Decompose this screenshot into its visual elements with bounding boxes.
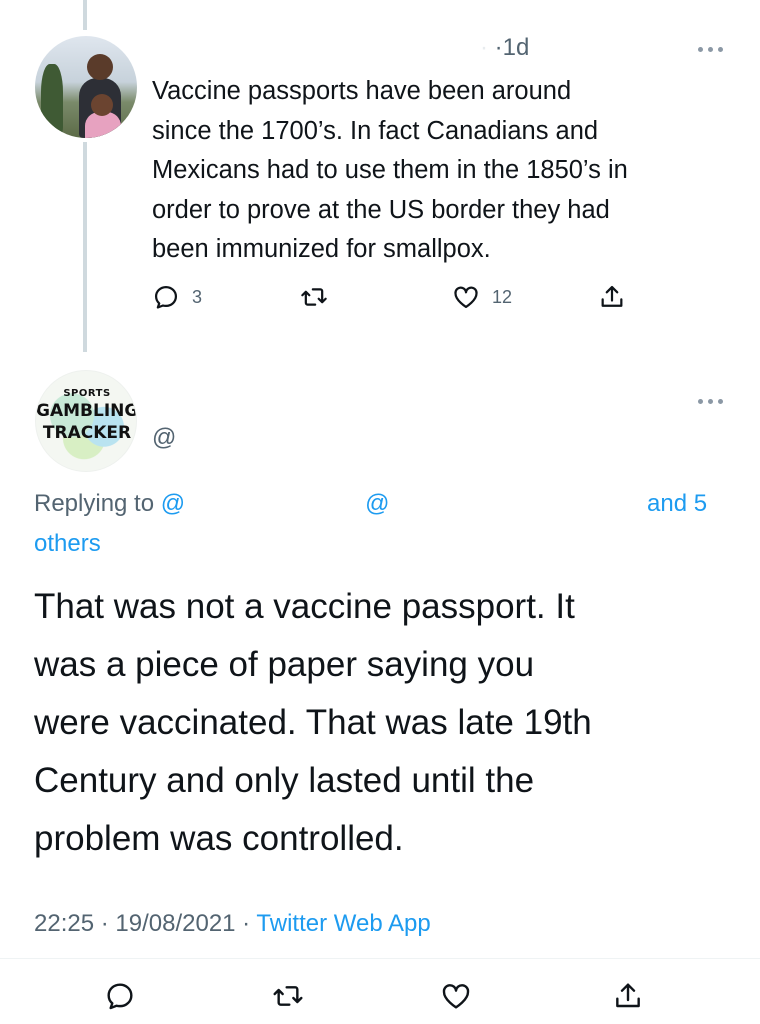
timestamp-separator: · [235, 910, 257, 937]
redacted-handle: · [480, 34, 488, 61]
mention-link[interactable]: @ [365, 490, 389, 517]
reply-button[interactable] [104, 978, 136, 1014]
avatar[interactable] [35, 36, 137, 138]
redacted-mention [185, 490, 365, 517]
more-options-icon[interactable] [696, 44, 726, 54]
tweet-actions [0, 978, 760, 1018]
retweet-icon [301, 288, 327, 306]
share-icon [601, 285, 623, 307]
heart-icon [454, 286, 478, 309]
avatar-photo-person [91, 94, 113, 116]
tweet-source-link[interactable]: Twitter Web App [256, 910, 430, 937]
avatar-photo-tree [41, 64, 63, 134]
avatar-photo-person [87, 54, 113, 80]
reply-button[interactable]: 3 [152, 279, 202, 315]
logo-text: GAMBLING [36, 401, 137, 421]
user-handle[interactable]: @ [152, 424, 176, 452]
divider [0, 958, 760, 959]
reply-icon [154, 285, 178, 309]
parent-tweet[interactable]: · ·1d Vaccine passports have been around… [0, 0, 760, 360]
share-button[interactable] [598, 279, 626, 315]
share-icon [616, 983, 640, 1008]
heart-icon [442, 984, 470, 1009]
tweet-thread: · ·1d Vaccine passports have been around… [0, 0, 760, 1024]
retweet-icon [273, 986, 303, 1006]
logo-text: TRACKER [42, 423, 132, 443]
mention-others-link[interactable]: and 5 [647, 484, 707, 524]
like-button[interactable]: 12 [452, 279, 512, 315]
like-button[interactable] [440, 978, 472, 1014]
retweet-button[interactable] [272, 978, 304, 1014]
tweet-separator: · [494, 34, 503, 61]
retweet-button[interactable] [300, 279, 328, 315]
logo-text: SPORTS [63, 388, 111, 399]
tweet-date[interactable]: 19/08/2021 [115, 910, 235, 937]
avatar[interactable]: SPORTS GAMBLING TRACKER [35, 370, 137, 472]
tweet-actions: 3 12 [152, 279, 652, 319]
mention-others-link[interactable]: others [34, 524, 101, 564]
replying-to: Replying to @ @ [34, 484, 734, 524]
tweet-text: That was not a vaccine passport. It was … [34, 587, 592, 858]
tweet-meta: · ·1d [480, 34, 529, 62]
tweet-text: Vaccine passports have been around since… [152, 77, 628, 263]
replying-prefix: Replying to [34, 490, 161, 517]
tweet-timestamp: 22:25 · 19/08/2021 · Twitter Web App [34, 910, 431, 938]
tweet-time[interactable]: 1d [503, 34, 530, 61]
share-button[interactable] [612, 978, 644, 1014]
reply-icon [107, 983, 133, 1010]
reply-count: 3 [192, 286, 203, 307]
tweet-time[interactable]: 22:25 [34, 910, 94, 937]
like-count: 12 [492, 286, 513, 307]
timestamp-separator: · [94, 910, 116, 937]
mention-link[interactable]: @ [161, 490, 185, 517]
more-options-icon[interactable] [696, 396, 726, 406]
